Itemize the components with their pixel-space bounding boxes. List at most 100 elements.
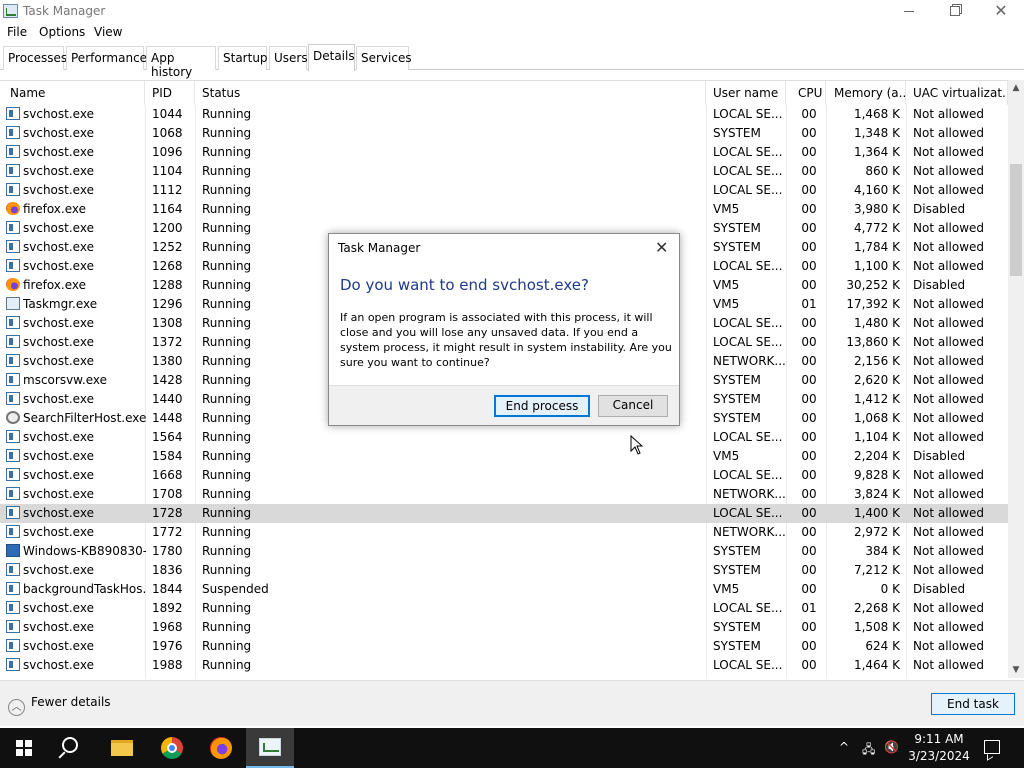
cell-cpu: 01 <box>801 601 817 615</box>
cell-user-name: SYSTEM <box>713 126 761 140</box>
tab-services[interactable]: Services <box>356 46 412 70</box>
table-row[interactable]: backgroundTaskHos... 1844 Suspended VM5 00 0 … <box>0 580 1008 599</box>
network-icon[interactable]: 🖧 <box>862 740 875 761</box>
service-icon <box>6 582 20 595</box>
table-row[interactable]: svchost.exe 1112 Running LOCAL SE... 00 4,160… <box>0 181 1008 200</box>
taskbar-search-button[interactable] <box>48 728 96 768</box>
process-name: svchost.exe <box>23 126 94 140</box>
cell-pid: 1564 <box>152 430 183 444</box>
cell-uac: Not allowed <box>913 411 985 425</box>
minimize-button[interactable] <box>886 0 932 24</box>
taskbar-file-explorer[interactable] <box>98 728 146 768</box>
vertical-scrollbar[interactable]: ▲ ▼ <box>1008 80 1024 678</box>
tab-startup[interactable]: Startup <box>218 46 268 70</box>
cell-memory: 2,620 K <box>853 373 900 387</box>
menu-view[interactable]: View <box>91 25 125 39</box>
table-row[interactable]: svchost.exe 1728 Running LOCAL SE... 00 1,400… <box>0 504 1008 523</box>
process-name: svchost.exe <box>23 487 94 501</box>
close-button[interactable]: ✕ <box>978 0 1024 24</box>
maximize-button[interactable] <box>932 0 978 24</box>
tab-processes[interactable]: Processes <box>3 46 67 70</box>
table-row[interactable]: svchost.exe 1988 Running LOCAL SE... 00 1,464… <box>0 656 1008 675</box>
cell-uac: Not allowed <box>913 126 985 140</box>
table-row[interactable]: svchost.exe 1068 Running SYSTEM 00 1,348 K Not… <box>0 124 1008 143</box>
table-row[interactable]: svchost.exe 1564 Running LOCAL SE... 00 1,104… <box>0 428 1008 447</box>
cell-memory: 1,104 K <box>853 430 900 444</box>
table-row[interactable]: svchost.exe 1708 Running NETWORK... 00 3,824 … <box>0 485 1008 504</box>
process-name: svchost.exe <box>23 335 94 349</box>
process-name: svchost.exe <box>23 240 94 254</box>
cell-status: Running <box>202 183 252 197</box>
cell-user-name: LOCAL SE... <box>713 145 783 159</box>
cell-uac: Not allowed <box>913 316 985 330</box>
cell-pid: 1728 <box>152 506 183 520</box>
column-header-cpu[interactable]: CPU <box>794 81 826 105</box>
column-header-uac[interactable]: UAC virtualizat... <box>909 81 1008 105</box>
table-row[interactable]: svchost.exe 1968 Running SYSTEM 00 1,508 K Not… <box>0 618 1008 637</box>
scroll-up-arrow-icon[interactable]: ▲ <box>1008 80 1024 96</box>
cell-name: Taskmgr.exe <box>6 295 146 314</box>
table-row[interactable]: svchost.exe 1044 Running LOCAL SE... 00 1,468… <box>0 105 1008 124</box>
cell-name: svchost.exe <box>6 504 146 523</box>
scrollbar-thumb[interactable] <box>1010 164 1022 276</box>
menu-options[interactable]: Options <box>36 25 88 39</box>
end-process-button[interactable]: End process <box>494 395 590 417</box>
cell-name: svchost.exe <box>6 447 146 466</box>
cell-user-name: LOCAL SE... <box>713 601 783 615</box>
cell-uac: Not allowed <box>913 107 985 121</box>
tab-details[interactable]: Details <box>308 44 355 71</box>
cell-uac: Not allowed <box>913 525 985 539</box>
cell-status: Running <box>202 202 252 216</box>
service-icon <box>6 259 20 272</box>
fewer-details-label: Fewer details <box>31 695 111 709</box>
table-row[interactable]: svchost.exe 1104 Running LOCAL SE... 00 860 K… <box>0 162 1008 181</box>
taskbar-task-manager[interactable] <box>246 728 294 768</box>
menu-file[interactable]: File <box>4 25 30 39</box>
table-row[interactable]: svchost.exe 1772 Running NETWORK... 00 2,972 … <box>0 523 1008 542</box>
column-header-memory[interactable]: Memory (a... <box>830 81 906 105</box>
fewer-details-link[interactable]: ︿ Fewer details <box>8 695 111 716</box>
cell-name: svchost.exe <box>6 143 146 162</box>
cell-uac: Not allowed <box>913 221 985 235</box>
table-row[interactable]: svchost.exe 1836 Running SYSTEM 00 7,212 K Not… <box>0 561 1008 580</box>
column-header-user-name[interactable]: User name <box>709 81 786 105</box>
taskbar-firefox[interactable] <box>197 728 245 768</box>
table-row[interactable]: svchost.exe 1096 Running LOCAL SE... 00 1,364… <box>0 143 1008 162</box>
windows-start-icon <box>16 740 32 756</box>
cell-name: mscorsvw.exe <box>6 371 146 390</box>
cell-memory: 1,348 K <box>853 126 900 140</box>
cell-cpu: 00 <box>801 316 817 330</box>
cell-uac: Not allowed <box>913 639 985 653</box>
dialog-close-icon[interactable]: ✕ <box>655 238 668 257</box>
tab-performance[interactable]: Performance <box>66 46 147 70</box>
scroll-down-arrow-icon[interactable]: ▼ <box>1008 662 1024 678</box>
cell-cpu: 00 <box>801 335 817 349</box>
column-header-status[interactable]: Status <box>198 81 706 105</box>
cancel-button[interactable]: Cancel <box>598 395 668 417</box>
tab-app-history[interactable]: App history <box>146 46 216 79</box>
notification-center-icon[interactable] <box>984 740 1000 754</box>
cell-pid: 1252 <box>152 240 183 254</box>
chrome-icon <box>161 737 183 759</box>
table-row[interactable]: svchost.exe 1584 Running VM5 00 2,204 K Disabl… <box>0 447 1008 466</box>
column-header-name[interactable]: Name <box>6 81 145 105</box>
service-icon <box>6 449 20 462</box>
clock[interactable]: 9:11 AM 3/23/2024 <box>900 731 978 765</box>
table-row[interactable]: svchost.exe 1976 Running SYSTEM 00 624 K Not a… <box>0 637 1008 656</box>
cell-uac: Not allowed <box>913 506 985 520</box>
table-row[interactable]: firefox.exe 1164 Running VM5 00 3,980 K Disabl… <box>0 200 1008 219</box>
cell-memory: 9,828 K <box>853 468 900 482</box>
table-row[interactable]: svchost.exe 1892 Running LOCAL SE... 01 2,268… <box>0 599 1008 618</box>
cell-user-name: LOCAL SE... <box>713 316 783 330</box>
volume-muted-icon[interactable]: 🔇 <box>884 740 899 754</box>
end-task-button[interactable]: End task <box>931 693 1015 715</box>
table-row[interactable]: svchost.exe 1668 Running LOCAL SE... 00 9,828… <box>0 466 1008 485</box>
start-button[interactable] <box>0 728 48 768</box>
table-row[interactable]: Windows-KB890830-... 1780 Running SYSTEM 00 3… <box>0 542 1008 561</box>
tab-users[interactable]: Users <box>269 46 308 70</box>
column-header-pid[interactable]: PID <box>148 81 195 105</box>
cell-name: svchost.exe <box>6 656 146 675</box>
show-hidden-icons-chevron-icon[interactable]: ^ <box>839 740 849 754</box>
cell-user-name: SYSTEM <box>713 392 761 406</box>
taskbar-chrome[interactable] <box>148 728 196 768</box>
